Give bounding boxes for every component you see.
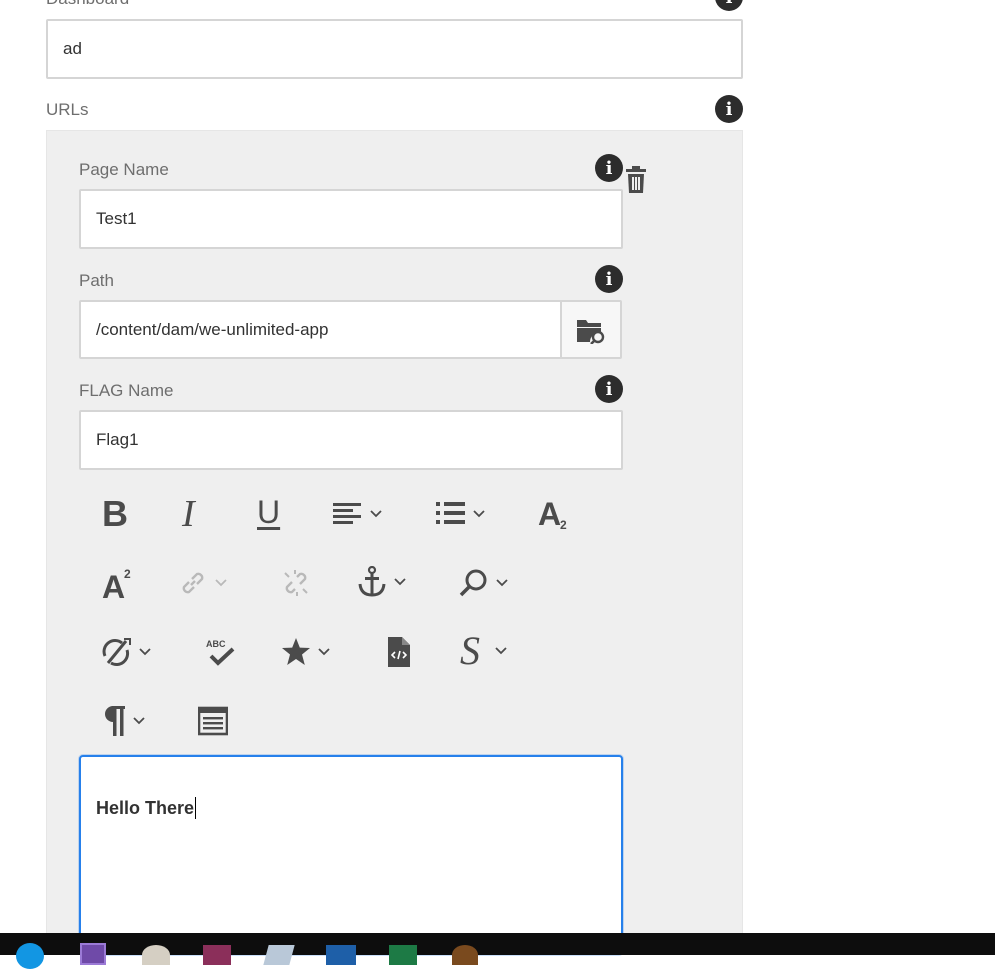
find-replace-button[interactable] <box>459 568 509 598</box>
table-button[interactable] <box>198 706 228 736</box>
spellcheck-button[interactable]: ABC <box>205 638 237 668</box>
urls-label: URLs <box>46 100 89 119</box>
chevron-down-icon <box>139 648 151 656</box>
folder-search-icon <box>577 319 605 344</box>
visual-studio-icon[interactable] <box>80 943 106 965</box>
flag-name-label: FLAG Name <box>79 381 174 400</box>
chevron-down-icon <box>496 579 508 587</box>
link-icon <box>182 572 204 594</box>
special-characters-button[interactable] <box>281 636 331 668</box>
link-button[interactable] <box>178 568 228 598</box>
windows-taskbar <box>0 933 995 969</box>
align-button[interactable] <box>333 500 383 528</box>
path-field[interactable]: /content/dam/we-unlimited-app <box>79 300 562 359</box>
info-icon[interactable]: i <box>595 154 623 182</box>
dashboard-field[interactable]: ad <box>46 19 743 79</box>
spellcheck-settings-button[interactable] <box>102 636 152 668</box>
unlink-icon <box>284 570 308 596</box>
subscript-button[interactable]: A 2 <box>538 496 572 532</box>
subscript-icon: A 2 <box>538 497 567 531</box>
list-icon <box>436 502 465 524</box>
special-characters-icon <box>282 638 310 665</box>
superscript-icon: A 2 <box>102 567 131 600</box>
bold-icon: B <box>102 493 128 534</box>
chevron-down-icon <box>318 648 330 656</box>
info-icon[interactable]: i <box>595 375 623 403</box>
skype-icon[interactable] <box>16 943 44 969</box>
svg-text:S: S <box>460 632 480 670</box>
table-icon <box>198 706 228 736</box>
info-icon[interactable]: i <box>595 265 623 293</box>
text-caret <box>195 797 197 819</box>
delete-trash-icon[interactable] <box>624 166 648 194</box>
paragraph-format-button[interactable] <box>102 704 146 738</box>
unlink-button[interactable] <box>281 568 311 598</box>
info-icon[interactable]: i <box>715 0 743 11</box>
svg-text:2: 2 <box>124 567 131 581</box>
styles-icon: S <box>460 632 480 670</box>
rich-text-editor[interactable]: Hello There <box>79 755 623 955</box>
path-label: Path <box>79 271 114 290</box>
svg-text:A: A <box>102 569 125 600</box>
chevron-down-icon <box>215 579 227 587</box>
source-edit-icon <box>388 637 410 667</box>
anchor-icon <box>358 566 386 597</box>
page-name-value: Test1 <box>96 209 137 228</box>
svg-text:A: A <box>538 497 561 531</box>
paint-icon[interactable] <box>142 945 170 965</box>
bold-button[interactable]: B <box>102 493 128 534</box>
align-icon <box>333 503 361 524</box>
svg-text:ABC: ABC <box>206 639 226 649</box>
page-name-label: Page Name <box>79 160 169 179</box>
chevron-down-icon <box>394 578 406 586</box>
chevron-down-icon <box>473 510 485 518</box>
list-button[interactable] <box>436 500 486 528</box>
anchor-button[interactable] <box>357 566 407 598</box>
paragraph-format-icon <box>105 706 125 736</box>
svg-text:2: 2 <box>560 518 567 531</box>
find-replace-icon <box>459 569 487 597</box>
remote-desktop-icon[interactable] <box>326 945 356 965</box>
winrar-icon[interactable] <box>203 945 231 965</box>
spellcheck-settings-icon <box>102 638 131 667</box>
page-name-field[interactable]: Test1 <box>79 189 623 249</box>
chevron-down-icon <box>495 647 507 655</box>
notepad-icon[interactable] <box>263 945 295 965</box>
path-value: /content/dam/we-unlimited-app <box>96 319 329 339</box>
editor-content: Hello There <box>96 797 195 818</box>
italic-button[interactable]: I <box>182 493 195 535</box>
path-browse-button[interactable] <box>560 300 622 359</box>
info-icon[interactable]: i <box>715 95 743 123</box>
excel-icon[interactable] <box>389 945 417 965</box>
app-icon[interactable] <box>452 945 478 965</box>
superscript-button[interactable]: A 2 <box>102 564 136 600</box>
chevron-down-icon <box>370 510 382 518</box>
underline-button[interactable]: U <box>257 494 280 530</box>
italic-icon: I <box>182 493 195 535</box>
spellcheck-icon: ABC <box>206 639 235 666</box>
flag-name-field[interactable]: Flag1 <box>79 410 623 470</box>
dashboard-value: ad <box>63 39 82 58</box>
source-edit-button[interactable] <box>386 636 412 668</box>
styles-button[interactable]: S <box>460 632 508 670</box>
dashboard-label: Dashboard <box>46 0 129 9</box>
flag-name-value: Flag1 <box>96 430 139 449</box>
underline-icon: U <box>257 493 281 530</box>
chevron-down-icon <box>133 717 145 725</box>
